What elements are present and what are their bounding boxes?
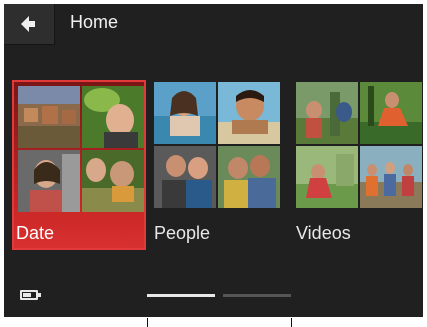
page-indicator-active (147, 294, 215, 297)
thumbnail-grid (18, 86, 144, 212)
thumbnail-grid (296, 82, 422, 208)
thumbnail-grid (154, 82, 280, 208)
thumbnail-image (218, 82, 280, 144)
phone-screen: Home Date People Videos (4, 4, 423, 317)
frame-tick (291, 318, 292, 327)
thumbnail-image (360, 146, 422, 208)
category-tile-date[interactable]: Date (12, 80, 146, 250)
back-arrow-icon (21, 16, 35, 32)
thumbnail-image (296, 146, 358, 208)
back-button[interactable] (4, 4, 55, 45)
frame-tick (147, 318, 148, 327)
category-label: Date (16, 223, 55, 243)
top-bar: Home (4, 4, 423, 46)
category-tile-people[interactable]: People (150, 80, 284, 250)
battery-icon (20, 290, 41, 300)
thumbnail-image (360, 82, 422, 144)
page-title: Home (70, 12, 119, 32)
thumbnail-image (154, 146, 216, 208)
thumbnail-image (82, 86, 144, 148)
category-tile-videos[interactable]: Videos (292, 80, 423, 250)
thumbnail-image (18, 86, 80, 148)
thumbnail-image (218, 146, 280, 208)
thumbnail-image (154, 82, 216, 144)
thumbnail-image (18, 150, 80, 212)
battery-level (23, 293, 31, 297)
thumbnail-image (82, 150, 144, 212)
thumbnail-image (296, 82, 358, 144)
category-label: People (154, 223, 211, 243)
page-indicator-inactive (223, 294, 291, 297)
category-label: Videos (296, 223, 351, 243)
